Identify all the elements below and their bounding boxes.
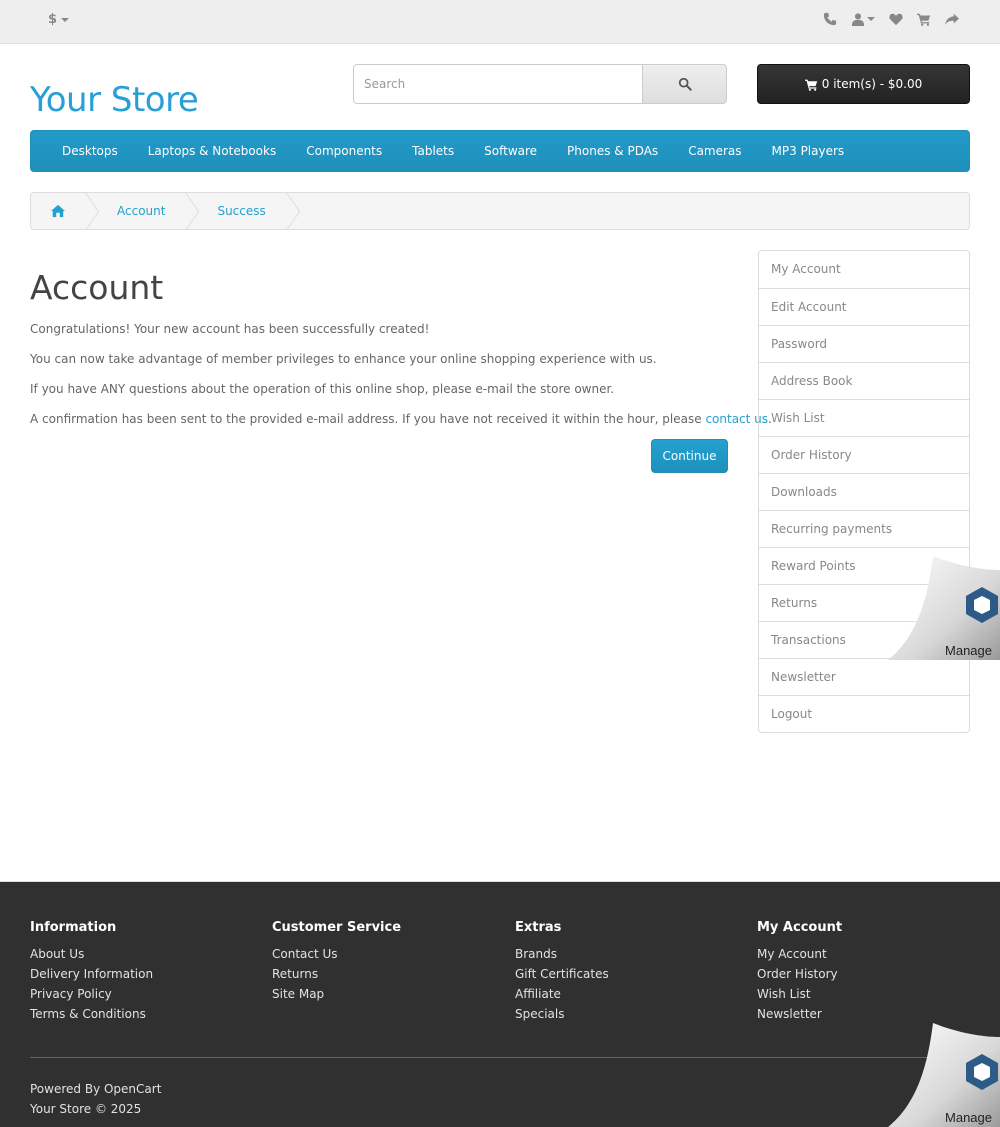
footer-link-brands[interactable]: Brands: [515, 944, 609, 964]
powered-by-prefix: Powered By: [30, 1082, 104, 1096]
share-icon[interactable]: [944, 11, 960, 27]
footer-link-delivery-information[interactable]: Delivery Information: [30, 964, 153, 984]
cart-button[interactable]: 0 item(s) - $0.00: [757, 64, 970, 104]
breadcrumb-account[interactable]: Account: [89, 193, 189, 229]
chevron-down-icon: [61, 17, 70, 22]
manage-label: Manage: [945, 1110, 992, 1125]
sidebar-item-order-history[interactable]: Order History: [759, 436, 969, 473]
search-bar: [353, 64, 727, 104]
questions-message: If you have ANY questions about the oper…: [30, 382, 615, 396]
main-menu: Desktops Laptops & Notebooks Components …: [30, 130, 970, 172]
sidebar-item-address-book[interactable]: Address Book: [759, 362, 969, 399]
cart-label: 0 item(s) - $0.00: [821, 77, 923, 91]
shopping-cart-icon[interactable]: [916, 11, 932, 27]
menu-item-software[interactable]: Software: [469, 131, 552, 171]
footer-link-returns[interactable]: Returns: [272, 964, 401, 984]
footer-link-newsletter[interactable]: Newsletter: [757, 1004, 842, 1024]
sidebar-item-my-account[interactable]: My Account: [759, 251, 969, 288]
footer-column-extras: Extras Brands Gift Certificates Affiliat…: [515, 920, 609, 1024]
top-links: [822, 11, 960, 27]
manage-corner-widget[interactable]: Manage: [888, 556, 1000, 660]
confirmation-message: A confirmation has been sent to the prov…: [30, 412, 772, 427]
footer-link-wish-list[interactable]: Wish List: [757, 984, 842, 1004]
chevron-down-icon: [867, 17, 875, 21]
page-title: Account: [30, 268, 164, 307]
account-sidebar: My Account Edit Account Password Address…: [758, 250, 970, 733]
currency-dropdown[interactable]: $: [48, 12, 70, 27]
privileges-message: You can now take advantage of member pri…: [30, 352, 657, 366]
sidebar-item-password[interactable]: Password: [759, 325, 969, 362]
sidebar-item-recurring-payments[interactable]: Recurring payments: [759, 510, 969, 547]
search-input[interactable]: [353, 64, 643, 104]
sidebar-item-downloads[interactable]: Downloads: [759, 473, 969, 510]
footer-link-order-history[interactable]: Order History: [757, 964, 842, 984]
footer-link-gift-certificates[interactable]: Gift Certificates: [515, 964, 609, 984]
heart-icon[interactable]: [888, 11, 904, 27]
main-content: Account Congratulations! Your new accoun…: [30, 268, 772, 473]
footer-column-customer-service: Customer Service Contact Us Returns Site…: [272, 920, 401, 1004]
store-logo[interactable]: Your Store: [30, 80, 199, 120]
menu-item-tablets[interactable]: Tablets: [397, 131, 469, 171]
sidebar-item-wish-list[interactable]: Wish List: [759, 399, 969, 436]
footer-link-specials[interactable]: Specials: [515, 1004, 609, 1024]
footer-column-information: Information About Us Delivery Informatio…: [30, 920, 153, 1024]
breadcrumb-home[interactable]: [31, 193, 89, 229]
copyright: Your Store © 2025: [30, 1102, 142, 1116]
menu-item-desktops[interactable]: Desktops: [47, 131, 133, 171]
footer-link-terms[interactable]: Terms & Conditions: [30, 1004, 153, 1024]
footer: Information About Us Delivery Informatio…: [0, 881, 1000, 1127]
continue-button[interactable]: Continue: [651, 439, 728, 473]
footer-heading: Customer Service: [272, 920, 402, 935]
top-bar: $: [0, 0, 1000, 44]
menu-item-laptops[interactable]: Laptops & Notebooks: [133, 131, 291, 171]
confirmation-text: A confirmation has been sent to the prov…: [30, 412, 706, 426]
sidebar-item-logout[interactable]: Logout: [759, 695, 969, 732]
manage-label: Manage: [945, 643, 992, 658]
success-message: Congratulations! Your new account has be…: [30, 322, 430, 336]
breadcrumb: Account Success: [30, 192, 970, 230]
sidebar-item-newsletter[interactable]: Newsletter: [759, 658, 969, 695]
footer-heading: Extras: [515, 920, 562, 935]
currency-symbol: $: [48, 12, 58, 27]
manage-corner-widget-footer[interactable]: Manage: [888, 1023, 1000, 1127]
footer-link-affiliate[interactable]: Affiliate: [515, 984, 609, 1004]
menu-item-phones[interactable]: Phones & PDAs: [552, 131, 673, 171]
search-icon: [678, 77, 692, 91]
breadcrumb-success[interactable]: Success: [189, 193, 289, 229]
menu-item-cameras[interactable]: Cameras: [673, 131, 756, 171]
footer-heading: My Account: [757, 920, 843, 935]
footer-divider: [30, 1057, 970, 1058]
footer-link-my-account[interactable]: My Account: [757, 944, 842, 964]
menu-item-components[interactable]: Components: [291, 131, 397, 171]
user-icon: [851, 13, 865, 26]
phone-icon[interactable]: [822, 11, 838, 27]
footer-heading: Information: [30, 920, 117, 935]
account-dropdown[interactable]: [850, 11, 876, 27]
footer-link-contact-us[interactable]: Contact Us: [272, 944, 401, 964]
home-icon: [51, 204, 65, 218]
footer-link-privacy-policy[interactable]: Privacy Policy: [30, 984, 153, 1004]
opencart-link[interactable]: OpenCart: [104, 1082, 161, 1096]
footer-link-about-us[interactable]: About Us: [30, 944, 153, 964]
sidebar-item-edit-account[interactable]: Edit Account: [759, 288, 969, 325]
search-button[interactable]: [642, 64, 727, 104]
footer-link-site-map[interactable]: Site Map: [272, 984, 401, 1004]
powered-by-line: Powered By OpenCart: [30, 1079, 161, 1099]
menu-item-mp3-players[interactable]: MP3 Players: [757, 131, 860, 171]
shopping-cart-icon: [804, 79, 817, 91]
footer-column-my-account: My Account My Account Order History Wish…: [757, 920, 842, 1024]
powered-by: Powered By OpenCart Your Store © 2025: [30, 1079, 161, 1119]
